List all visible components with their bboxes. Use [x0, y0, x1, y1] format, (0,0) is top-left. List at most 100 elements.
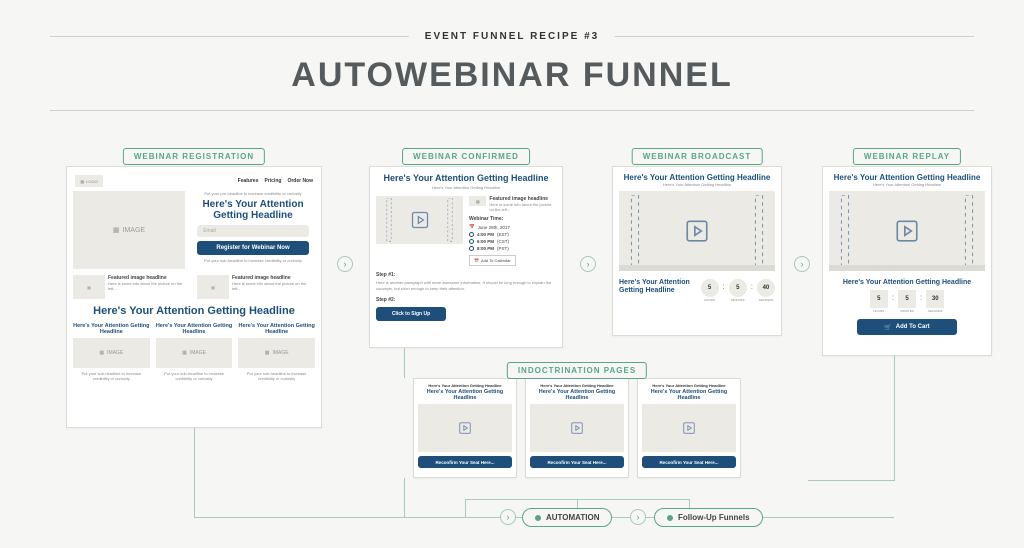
indoc-small-headline: Here's Your Attention Getting Headline — [642, 383, 736, 388]
email-placeholder: Email — [203, 228, 216, 234]
nav-pricing[interactable]: Pricing — [264, 178, 281, 184]
add-cal-label: Add To Calendar — [481, 258, 511, 263]
time-value: 4:00 PM — [477, 232, 494, 237]
dot-icon — [535, 515, 541, 521]
followup-label: Follow-Up Funnels — [678, 513, 750, 522]
webinar-time-label: Webinar Time: — [469, 216, 556, 222]
play-icon — [570, 421, 584, 435]
timer-seconds: 30 — [926, 290, 944, 308]
cell-headline: Here's Your Attention Getting Headline — [156, 323, 233, 335]
cell-sub: Put your sub-headline to increase credib… — [238, 371, 315, 381]
play-icon — [684, 218, 710, 244]
time-tz: (EST) — [497, 232, 509, 237]
cell-image: ▦ IMAGE — [156, 338, 233, 368]
indoc-headline: Here's Your Attention Getting Headline — [418, 389, 512, 401]
play-icon — [458, 421, 472, 435]
image-label: IMAGE — [272, 350, 288, 356]
cell-headline: Here's Your Attention Getting Headline — [238, 323, 315, 335]
side-image: ▦ — [469, 196, 486, 206]
header-kicker: EVENT FUNNEL RECIPE #3 — [409, 31, 615, 42]
timer-minutes: 5 — [898, 290, 916, 308]
dot-icon — [667, 515, 673, 521]
confirmed-headline: Here's Your Attention Getting Headline — [376, 173, 556, 183]
arrow-icon: › — [337, 256, 353, 272]
connector-line — [465, 499, 466, 518]
broadcast-headline: Here's Your Attention Getting Headline — [619, 173, 775, 182]
video-placeholder[interactable] — [376, 196, 463, 244]
broadcast-bottom-headline: Here's Your Attention Getting Headline — [619, 279, 695, 294]
time-value: 6:00 PM — [477, 239, 494, 244]
video-placeholder[interactable] — [642, 404, 736, 452]
video-placeholder[interactable] — [829, 191, 985, 271]
image-label: IMAGE — [123, 227, 146, 234]
reconfirm-button[interactable]: Reconfirm Your Seat Here... — [642, 456, 736, 468]
indoctrination-card: Here's Your Attention Getting Headline H… — [637, 378, 741, 478]
indoctrination-card: Here's Your Attention Getting Headline H… — [413, 378, 517, 478]
cell-sub: Put your sub-headline to increase credib… — [156, 371, 233, 381]
cell-image: ▦ IMAGE — [238, 338, 315, 368]
play-icon — [894, 218, 920, 244]
feature-image: ▦ — [197, 275, 229, 299]
date-text: June 28th, 2017 — [478, 225, 510, 230]
cart-icon: 🛒 — [884, 324, 891, 331]
reconfirm-button[interactable]: Reconfirm Your Seat Here... — [530, 456, 624, 468]
add-to-cart-button[interactable]: 🛒 Add To Cart — [857, 319, 957, 335]
film-strip-icon — [746, 195, 772, 267]
sub-headline-tiny: Put your sub-headline to increase credib… — [191, 258, 315, 263]
section-headline: Here's Your Attention Getting Headline — [73, 305, 315, 317]
film-strip-icon — [379, 198, 399, 241]
register-button[interactable]: Register for Webinar Now — [197, 241, 309, 255]
automation-label: AUTOMATION — [546, 513, 599, 522]
image-label: IMAGE — [190, 350, 206, 356]
timer-hours: 5 — [701, 279, 719, 297]
time-option[interactable]: 6:00 PM(CST) — [469, 239, 556, 244]
broadcast-sub: Here's Your Attention Getting Headline — [619, 182, 775, 187]
indoc-headline: Here's Your Attention Getting Headline — [642, 389, 736, 401]
signup-button[interactable]: Click to Sign Up — [376, 307, 446, 321]
tag-broadcast: WEBINAR BROADCAST — [632, 148, 763, 165]
logo-text: LOGO — [86, 179, 98, 184]
video-placeholder[interactable] — [619, 191, 775, 271]
arrow-icon: › — [794, 256, 810, 272]
timer-minutes-label: MINUTES — [898, 309, 916, 313]
reconfirm-button[interactable]: Reconfirm Your Seat Here... — [418, 456, 512, 468]
automation-pill: AUTOMATION — [522, 508, 612, 527]
arrow-icon: › — [500, 509, 516, 525]
email-input[interactable]: Email — [197, 225, 309, 237]
time-option[interactable]: 8:00 PM(PST) — [469, 246, 556, 251]
add-to-calendar-button[interactable]: 📅 Add To Calendar — [469, 255, 516, 266]
timer-sep: : — [920, 293, 922, 302]
timer-seconds-label: SECONDS — [757, 298, 775, 302]
nav-features[interactable]: Features — [238, 178, 259, 184]
connector-line — [808, 480, 894, 481]
indoc-small-headline: Here's Your Attention Getting Headline — [530, 383, 624, 388]
step1-label: Step #1: — [376, 272, 556, 278]
timer-sep: : — [892, 293, 894, 302]
nav-order[interactable]: Order Now — [287, 178, 313, 184]
time-option[interactable]: 4:00 PM(EST) — [469, 232, 556, 237]
play-icon — [682, 421, 696, 435]
header-rule-bottom — [50, 110, 974, 111]
timer-minutes: 5 — [729, 279, 747, 297]
image-label: IMAGE — [107, 350, 123, 356]
grid-cell: Here's Your Attention Getting Headline ▦… — [238, 323, 315, 381]
feature-desc: Here is some info about the picture on t… — [108, 281, 191, 291]
tag-confirmed: WEBINAR CONFIRMED — [402, 148, 530, 165]
connector-line — [465, 499, 689, 500]
video-placeholder[interactable] — [418, 404, 512, 452]
page-title: AUTOWEBINAR FUNNEL — [0, 56, 1024, 95]
cart-label: Add To Cart — [896, 324, 930, 330]
play-icon — [410, 210, 430, 230]
registration-card: ▦ LOGO Features Pricing Order Now ▦ IMAG… — [66, 166, 322, 428]
feature-image: ▦ — [73, 275, 105, 299]
connector-line — [404, 348, 405, 378]
video-placeholder[interactable] — [530, 404, 624, 452]
broadcast-card: Here's Your Attention Getting Headline H… — [612, 166, 782, 336]
followup-pill: Follow-Up Funnels — [654, 508, 763, 527]
tag-registration: WEBINAR REGISTRATION — [123, 148, 265, 165]
arrow-icon: › — [630, 509, 646, 525]
film-strip-icon — [622, 195, 648, 267]
replay-bottom-headline: Here's Your Attention Getting Headline — [829, 279, 985, 286]
radio-icon — [469, 239, 474, 244]
grid-cell: Here's Your Attention Getting Headline ▦… — [73, 323, 150, 381]
